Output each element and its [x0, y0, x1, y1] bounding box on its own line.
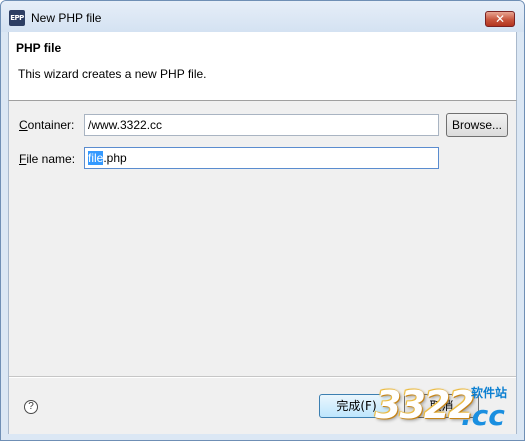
- site-watermark: 3322 软件站 .cc: [373, 381, 521, 439]
- title-bar[interactable]: EPP New PHP file ✕: [1, 1, 524, 32]
- page-description: This wizard creates a new PHP file.: [18, 67, 207, 81]
- container-label-mnemonic: C: [19, 118, 28, 132]
- browse-button[interactable]: Browse...: [446, 113, 508, 137]
- eclipse-php-icon: EPP: [9, 10, 25, 26]
- file-name-label: File name:: [19, 152, 75, 166]
- container-label: Container:: [19, 118, 74, 132]
- file-name-selected-text: file: [88, 151, 104, 165]
- container-value: /www.3322.cc: [88, 118, 163, 132]
- window-title: New PHP file: [31, 11, 102, 25]
- file-name-field[interactable]: file.php: [84, 147, 439, 169]
- file-name-extension: .php: [103, 151, 127, 165]
- footer-separator: [9, 376, 516, 378]
- new-php-file-dialog: EPP New PHP file ✕ PHP file This wizard …: [0, 0, 525, 441]
- wizard-header: PHP file This wizard creates a new PHP f…: [8, 32, 517, 100]
- container-label-text: ontainer:: [27, 118, 75, 132]
- watermark-digits: 3322: [375, 383, 475, 427]
- watermark-domain: .cc: [461, 399, 505, 432]
- close-icon: ✕: [494, 12, 506, 26]
- help-icon[interactable]: ?: [24, 400, 38, 414]
- file-name-label-text: ile name:: [26, 152, 76, 166]
- page-title: PHP file: [16, 41, 62, 55]
- container-field[interactable]: /www.3322.cc: [84, 114, 439, 136]
- close-button[interactable]: ✕: [485, 11, 515, 27]
